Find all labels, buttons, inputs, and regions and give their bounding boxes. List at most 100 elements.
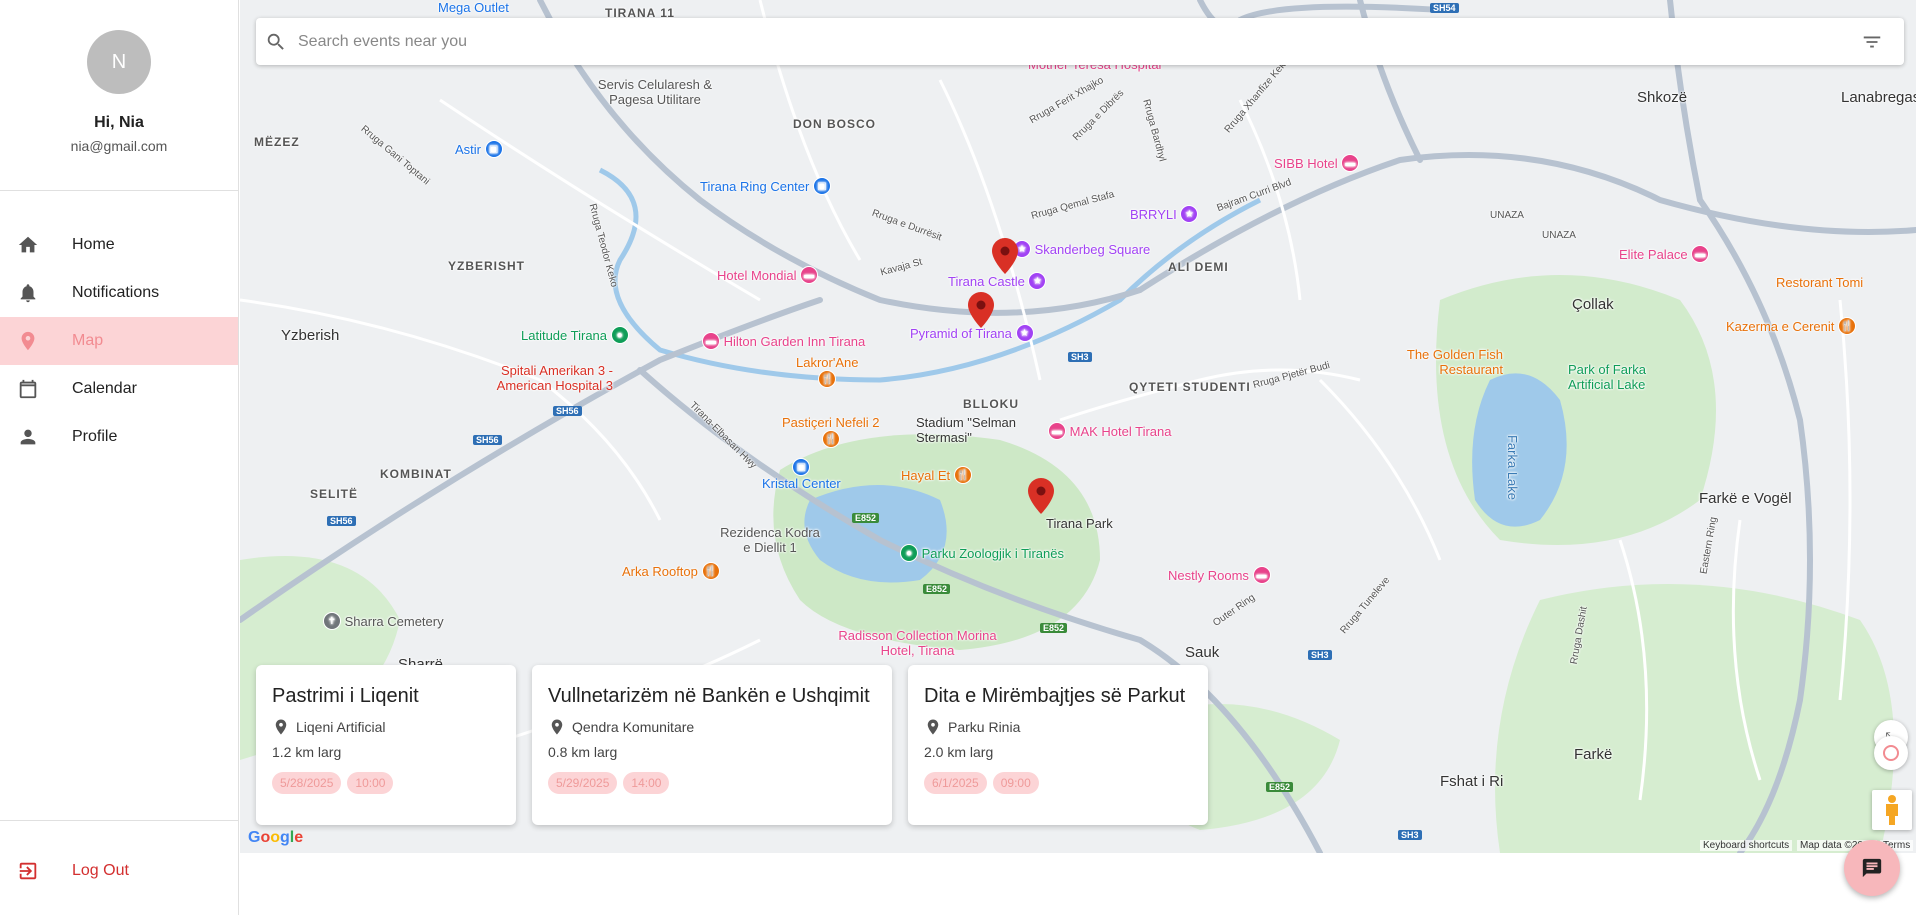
poi-nestly-rooms[interactable]: Nestly Rooms ▬ bbox=[1168, 566, 1271, 584]
cemetery-icon: ✝ bbox=[323, 612, 341, 630]
poi-latitude-tirana[interactable]: Latitude Tirana ● bbox=[521, 326, 629, 344]
poi-farka-lake[interactable]: Farka Lake bbox=[1505, 435, 1520, 500]
filter-icon[interactable] bbox=[1860, 30, 1884, 54]
time-chip: 14:00 bbox=[623, 772, 670, 794]
town-label: Fshat i Ri bbox=[1440, 773, 1504, 790]
landmark-icon: ★ bbox=[1028, 272, 1047, 290]
my-location-button[interactable] bbox=[1874, 736, 1908, 770]
poi-tirana-castle[interactable]: Tirana Castle ★ bbox=[948, 272, 1047, 290]
poi-mak-hotel[interactable]: ▬ MAK Hotel Tirana bbox=[1048, 422, 1172, 440]
avatar[interactable]: N bbox=[87, 30, 151, 94]
event-pin[interactable] bbox=[992, 238, 1018, 274]
event-chips: 5/28/2025 10:00 bbox=[272, 772, 500, 794]
poi-american-hospital[interactable]: Spitali Amerikan 3 - American Hospital 3 bbox=[463, 363, 613, 393]
poi-stadium[interactable]: Stadium "Selman Stermasi" bbox=[916, 415, 1026, 445]
poi-skanderbeg-square[interactable]: ★ Skanderbeg Square bbox=[1013, 240, 1150, 258]
poi-lakror-ane[interactable]: Lakror'Ane 🍴 bbox=[796, 355, 858, 388]
poi-label: Spitali Amerikan 3 - American Hospital 3 bbox=[496, 363, 613, 393]
poi-label: Pastiçeri Nefeli 2 bbox=[782, 415, 880, 430]
poi-nefeli[interactable]: Pastiçeri Nefeli 2 🍴 bbox=[782, 415, 880, 448]
poi-elite-palace[interactable]: Elite Palace ▬ bbox=[1619, 245, 1710, 263]
area-label: SELITË bbox=[310, 487, 359, 501]
poi-mega-outlet[interactable]: Mega Outlet bbox=[438, 0, 509, 15]
poi-label: MAK Hotel Tirana bbox=[1069, 423, 1172, 439]
event-card[interactable]: Pastrimi i Liqenit Liqeni Artificial 1.2… bbox=[256, 665, 516, 825]
home-icon bbox=[16, 233, 40, 257]
event-card[interactable]: Vullnetarizëm në Bankën e Ushqimit Qendr… bbox=[532, 665, 892, 825]
poi-label: Parku Zoologjik i Tiranës bbox=[921, 545, 1064, 561]
poi-label: Tirana Castle bbox=[948, 273, 1025, 289]
poi-zoo[interactable]: ● Parku Zoologjik i Tiranës bbox=[900, 544, 1064, 562]
poi-farka-park[interactable]: Park of Farka Artificial Lake bbox=[1568, 362, 1678, 392]
poi-arka-rooftop[interactable]: Arka Rooftop 🍴 bbox=[622, 562, 720, 580]
poi-hayal-et[interactable]: Hayal Et 🍴 bbox=[901, 466, 972, 484]
nav-item-map[interactable]: Map bbox=[0, 317, 238, 365]
poi-label: Elite Palace bbox=[1619, 246, 1688, 262]
area-label: DON BOSCO bbox=[793, 117, 877, 131]
restaurant-icon: 🍴 bbox=[818, 370, 837, 388]
nav-item-home[interactable]: Home bbox=[0, 221, 238, 269]
poi-label: Tirana Ring Center bbox=[700, 178, 810, 194]
sidebar: N Hi, Nia nia@gmail.com Home Notificatio… bbox=[0, 0, 239, 915]
poi-brryli[interactable]: BRRYLI ★ bbox=[1130, 205, 1199, 223]
poi-golden-fish[interactable]: The Golden Fish Restaurant bbox=[1395, 347, 1503, 377]
date-chip: 5/29/2025 bbox=[548, 772, 618, 794]
logout-button[interactable]: Log Out bbox=[0, 851, 239, 891]
person-icon bbox=[16, 425, 40, 449]
poi-label: Hayal Et bbox=[901, 467, 951, 483]
greeting: Hi, Nia bbox=[94, 114, 144, 131]
event-chips: 5/29/2025 14:00 bbox=[548, 772, 876, 794]
poi-astir[interactable]: Astir ▣ bbox=[455, 140, 503, 158]
road-shield: SH56 bbox=[473, 435, 502, 445]
hotel-icon: ▬ bbox=[1691, 245, 1710, 263]
poi-tirana-ring-center[interactable]: Tirana Ring Center ▣ bbox=[700, 177, 831, 195]
poi-label: Lakror'Ane bbox=[796, 355, 859, 370]
poi-hotel-mondial[interactable]: Hotel Mondial ▬ bbox=[717, 266, 819, 284]
town-label: Çollak bbox=[1572, 296, 1614, 313]
nav-item-calendar[interactable]: Calendar bbox=[0, 365, 238, 413]
street-view-pegman[interactable] bbox=[1872, 790, 1912, 830]
event-chips: 6/1/2025 09:00 bbox=[924, 772, 1192, 794]
area-label: UNAZA bbox=[1490, 210, 1524, 221]
keyboard-shortcuts-link[interactable]: Keyboard shortcuts bbox=[1700, 840, 1793, 851]
event-title: Dita e Mirëmbajtjes së Parkut bbox=[924, 685, 1186, 707]
nav-item-label: Calendar bbox=[72, 380, 137, 397]
poi-label: Hilton Garden Inn Tirana bbox=[723, 333, 866, 349]
chat-button[interactable] bbox=[1844, 840, 1900, 896]
town-label: Shkozë bbox=[1637, 89, 1688, 106]
road-shield: E852 bbox=[852, 513, 880, 523]
nav-menu: Home Notifications Map Calendar Profile bbox=[0, 221, 238, 461]
event-card[interactable]: Dita e Mirëmbajtjes së Parkut Parku Rini… bbox=[908, 665, 1208, 825]
place-icon: ● bbox=[610, 326, 629, 344]
event-distance: 0.8 km larg bbox=[548, 744, 618, 760]
poi-sharra-cemetery[interactable]: ✝ Sharra Cemetery bbox=[323, 612, 444, 630]
profile-section: N Hi, Nia nia@gmail.com bbox=[0, 0, 238, 191]
poi-label: The Golden Fish Restaurant bbox=[1406, 347, 1503, 377]
event-pin[interactable] bbox=[1028, 478, 1054, 514]
time-chip: 10:00 bbox=[347, 772, 394, 794]
poi-kristal-center[interactable]: ▣ Kristal Center bbox=[762, 458, 841, 491]
search-icon bbox=[264, 30, 288, 54]
poi-rezidenca[interactable]: Rezidenca Kodra e Diellit 1 bbox=[720, 525, 820, 555]
poi-label: Rezidenca Kodra e Diellit 1 bbox=[720, 525, 820, 555]
nav-item-profile[interactable]: Profile bbox=[0, 413, 238, 461]
poi-kazerma[interactable]: Kazerma e Cerenit 🍴 bbox=[1726, 317, 1857, 335]
poi-servis-celularesh[interactable]: Servis Celularesh & Pagesa Utilitare bbox=[590, 77, 720, 107]
poi-label: Hotel Mondial bbox=[717, 267, 797, 283]
logout-label: Log Out bbox=[72, 862, 129, 879]
area-label: YZBERISHT bbox=[448, 259, 526, 273]
event-pin[interactable] bbox=[968, 292, 994, 328]
poi-radisson[interactable]: Radisson Collection Morina Hotel, Tirana bbox=[835, 628, 1000, 658]
poi-sibb-hotel[interactable]: SIBB Hotel ▬ bbox=[1274, 154, 1360, 172]
poi-tirana-park[interactable]: Tirana Park bbox=[1046, 516, 1113, 531]
restaurant-icon: 🍴 bbox=[1838, 317, 1857, 335]
logout-section: Log Out bbox=[0, 820, 239, 915]
bell-icon bbox=[16, 281, 40, 305]
area-label: KOMBINAT bbox=[380, 467, 452, 481]
poi-restorant-tomi[interactable]: Restorant Tomi bbox=[1776, 275, 1863, 290]
poi-hilton[interactable]: ▬ Hilton Garden Inn Tirana bbox=[702, 332, 865, 350]
poi-label: Park of Farka Artificial Lake bbox=[1568, 362, 1647, 392]
search-input[interactable] bbox=[298, 32, 1860, 51]
nav-item-notifications[interactable]: Notifications bbox=[0, 269, 238, 317]
town-label: Farkë e Vogël bbox=[1699, 490, 1792, 507]
